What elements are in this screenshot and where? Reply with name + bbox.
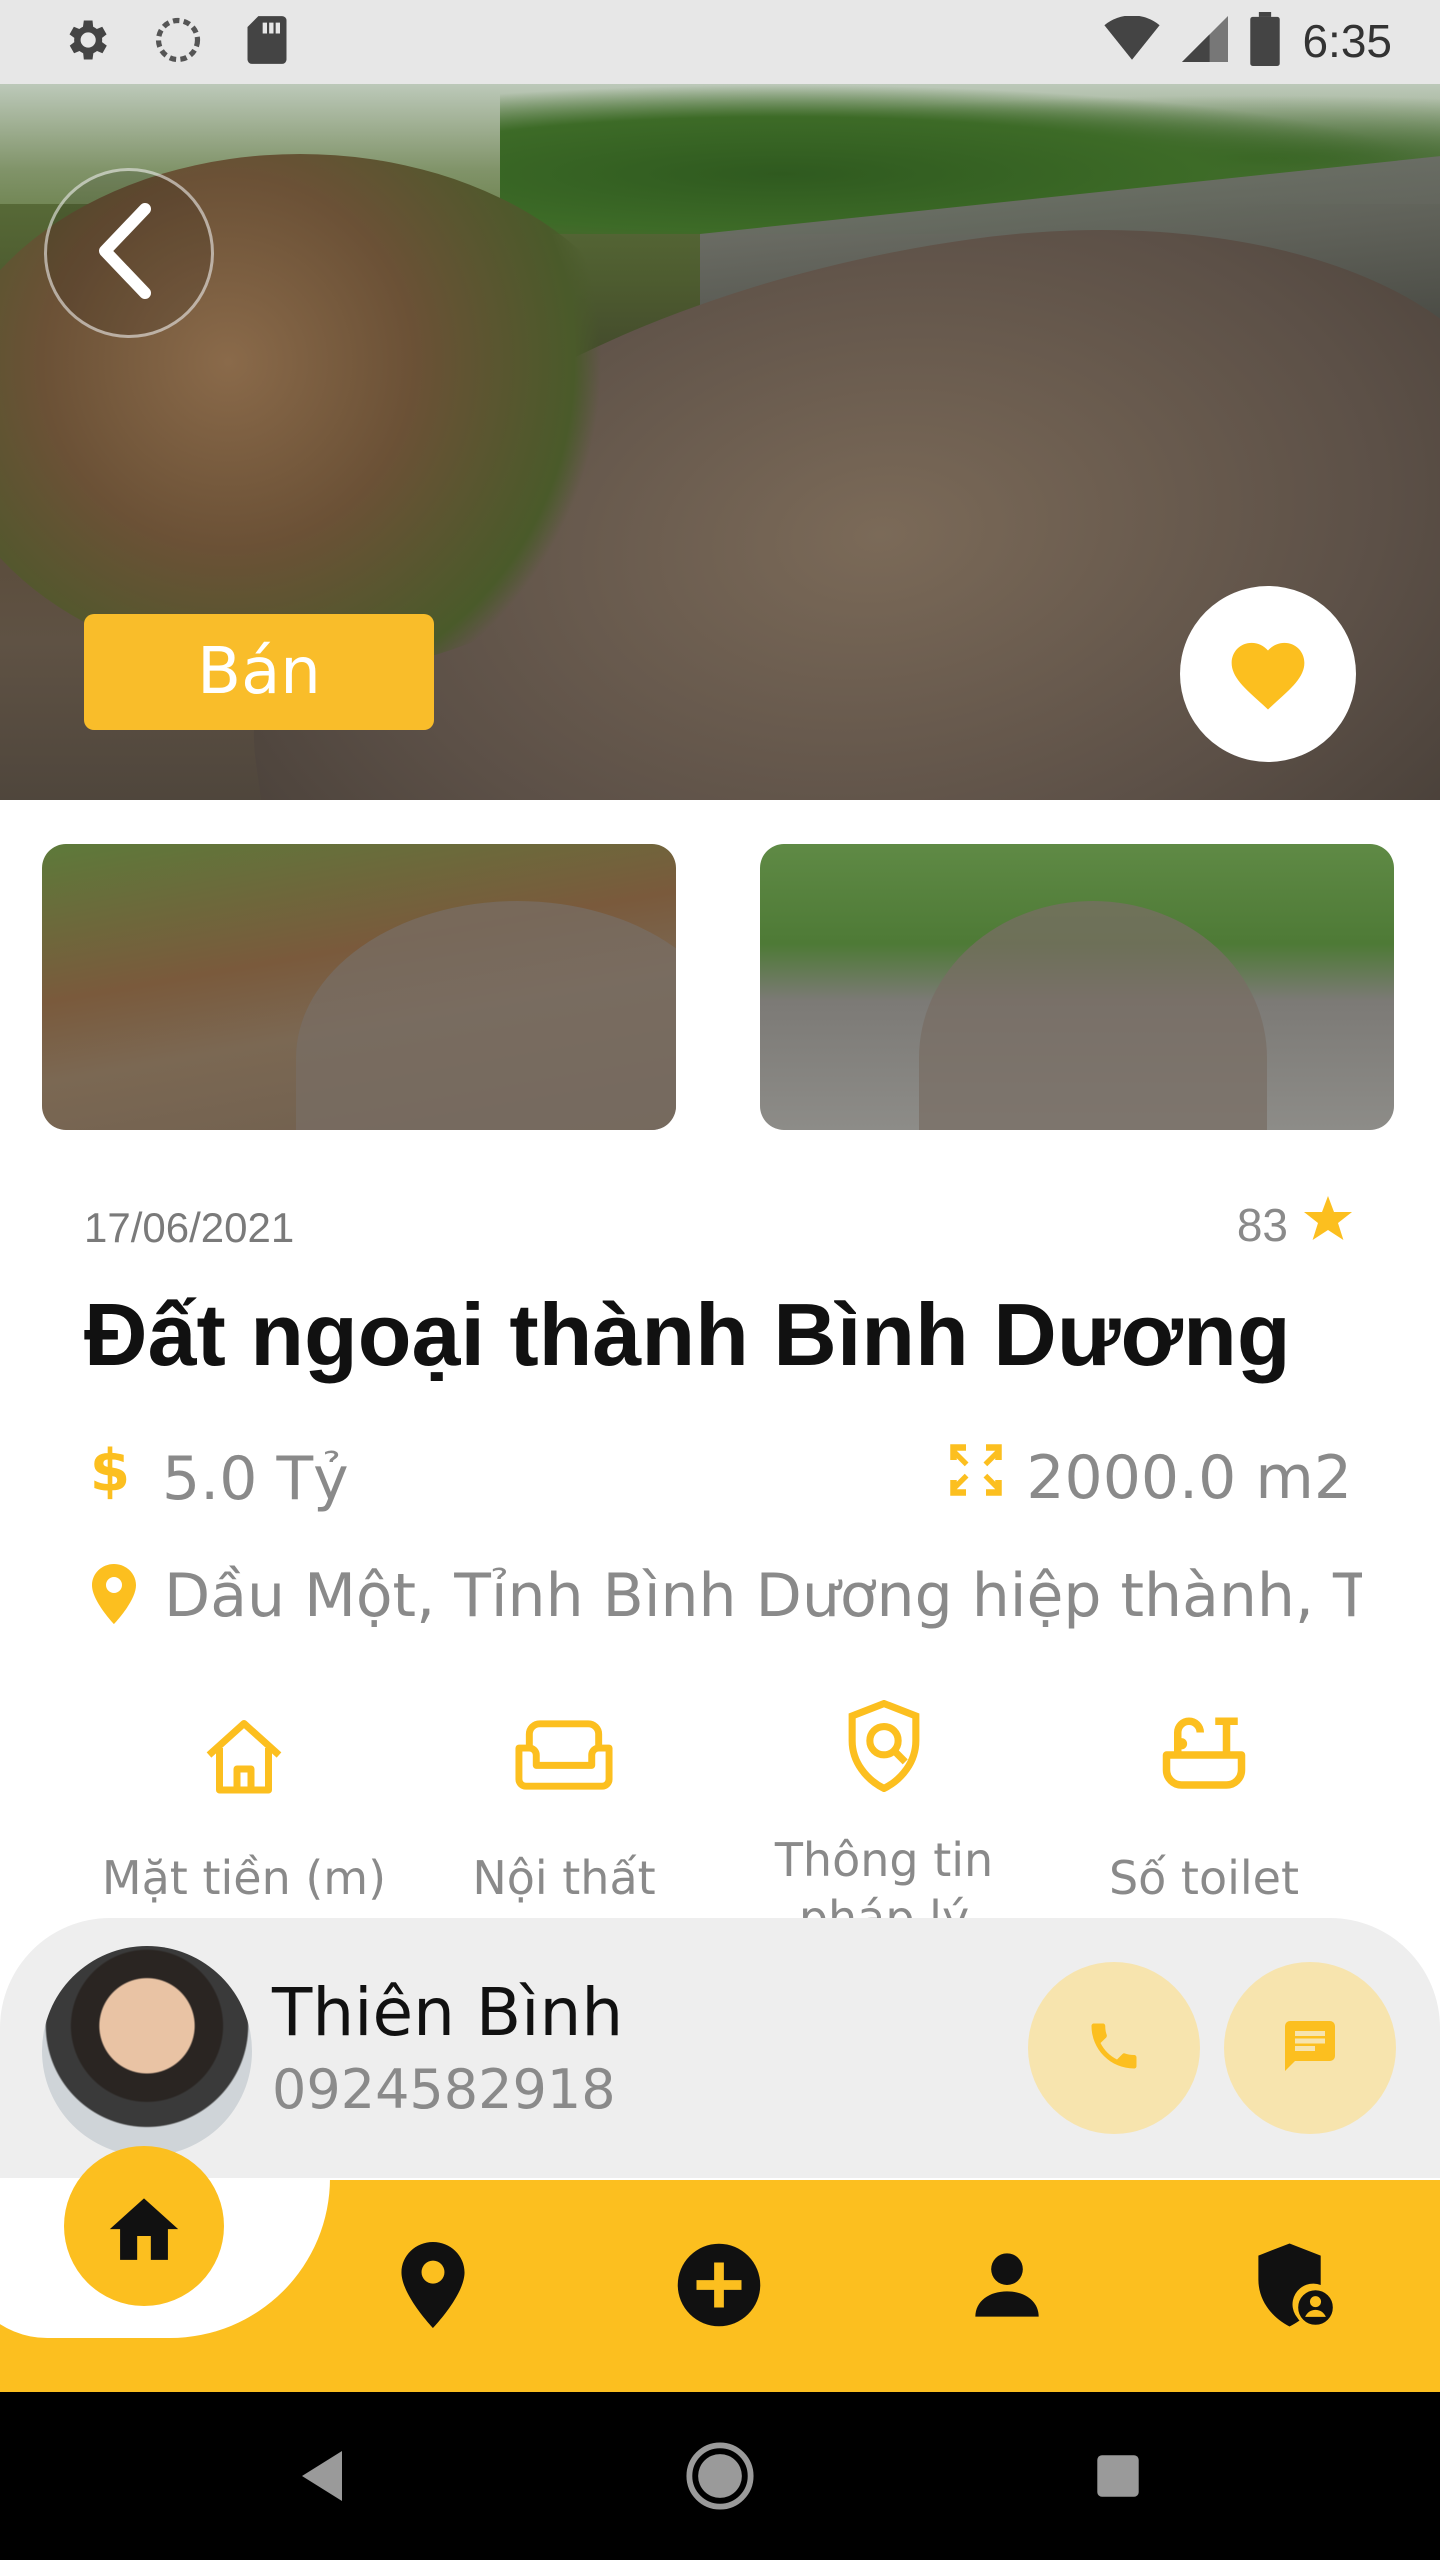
- call-button[interactable]: [1028, 1962, 1200, 2134]
- price-value: 5.0 Tỷ: [162, 1443, 349, 1514]
- add-icon: [674, 2240, 764, 2334]
- phone-icon: [1084, 2016, 1144, 2080]
- favorite-button[interactable]: [1180, 586, 1356, 762]
- address-text: Dầu Một, Tỉnh Bình Dương hiệp thành, T: [164, 1561, 1362, 1631]
- sd-card-icon: [244, 14, 290, 70]
- home-icon: [103, 2187, 185, 2265]
- settings-icon: [60, 14, 112, 70]
- back-button[interactable]: [44, 168, 214, 338]
- feature-label: Số toilet: [1108, 1851, 1300, 1905]
- battery-icon: [1250, 12, 1281, 70]
- sys-home-icon[interactable]: [680, 2436, 760, 2516]
- map-pin-icon: [401, 2242, 465, 2332]
- nav-map[interactable]: [378, 2232, 488, 2342]
- dollar-icon: $: [90, 1436, 130, 1517]
- status-bar: 6:35: [0, 0, 1440, 84]
- nav-profile[interactable]: [952, 2232, 1062, 2342]
- star-icon: [1304, 1196, 1352, 1253]
- wifi-icon: [1104, 15, 1161, 66]
- view-count-value: 83: [1236, 1198, 1288, 1251]
- sys-recents-icon[interactable]: [1078, 2436, 1158, 2516]
- contact-name: Thiên Bình: [272, 1974, 624, 2051]
- area: 2000.0 m2: [946, 1440, 1352, 1515]
- admin-shield-icon: [1251, 2240, 1337, 2334]
- gallery-thumbnail-1[interactable]: [42, 844, 676, 1130]
- nav-admin[interactable]: [1238, 2232, 1348, 2342]
- svg-text:$: $: [90, 1440, 130, 1502]
- feature-label: Mặt tiền (m): [101, 1851, 387, 1905]
- nav-add[interactable]: [664, 2232, 774, 2342]
- sys-back-icon[interactable]: [282, 2436, 362, 2516]
- sofa-icon: [512, 1700, 616, 1810]
- gallery-thumbnail-2[interactable]: [760, 844, 1394, 1130]
- house-icon: [202, 1700, 286, 1810]
- shield-icon: [844, 1700, 924, 1792]
- contact-phone: 0924582918: [272, 2058, 616, 2121]
- contact-card: Thiên Bình 0924582918: [0, 1918, 1440, 2178]
- expand-icon: [946, 1440, 1006, 1515]
- view-count: 83: [1237, 1196, 1352, 1253]
- heart-icon: [1223, 632, 1313, 716]
- address: Dầu Một, Tỉnh Bình Dương hiệp thành, T: [92, 1556, 1362, 1636]
- feature-toilet: Số toilet: [1044, 1700, 1364, 1920]
- listing-title: Đất ngoại thành Bình Dương: [84, 1285, 1291, 1384]
- chat-icon: [1278, 2016, 1342, 2080]
- feature-frontage: Mặt tiền (m): [84, 1700, 404, 1920]
- chevron-left-icon: [89, 201, 169, 305]
- post-date: 17/06/2021: [84, 1204, 295, 1251]
- nav-home[interactable]: [64, 2146, 224, 2306]
- message-button[interactable]: [1224, 1962, 1396, 2134]
- system-nav-bar: [0, 2392, 1440, 2560]
- feature-label: Thông tin pháp lý: [774, 1833, 994, 1920]
- location-pin-icon: [92, 1564, 136, 1628]
- avatar[interactable]: [42, 1946, 252, 2156]
- feature-label: Nội thất: [472, 1851, 656, 1905]
- signal-icon: [1182, 16, 1229, 66]
- sync-icon: [152, 14, 204, 70]
- bathtub-icon: [1159, 1700, 1249, 1810]
- profile-icon: [969, 2247, 1045, 2327]
- feature-list: Mặt tiền (m) Nội thất Thông tin pháp lý …: [0, 1700, 1440, 1920]
- feature-legal: Thông tin pháp lý: [724, 1700, 1044, 1920]
- price: $ 5.0 Tỷ: [90, 1436, 349, 1517]
- status-time: 6:35: [1302, 15, 1392, 67]
- area-value: 2000.0 m2: [1026, 1442, 1352, 1513]
- feature-furniture: Nội thất: [404, 1700, 724, 1920]
- sale-badge: Bán: [84, 614, 434, 730]
